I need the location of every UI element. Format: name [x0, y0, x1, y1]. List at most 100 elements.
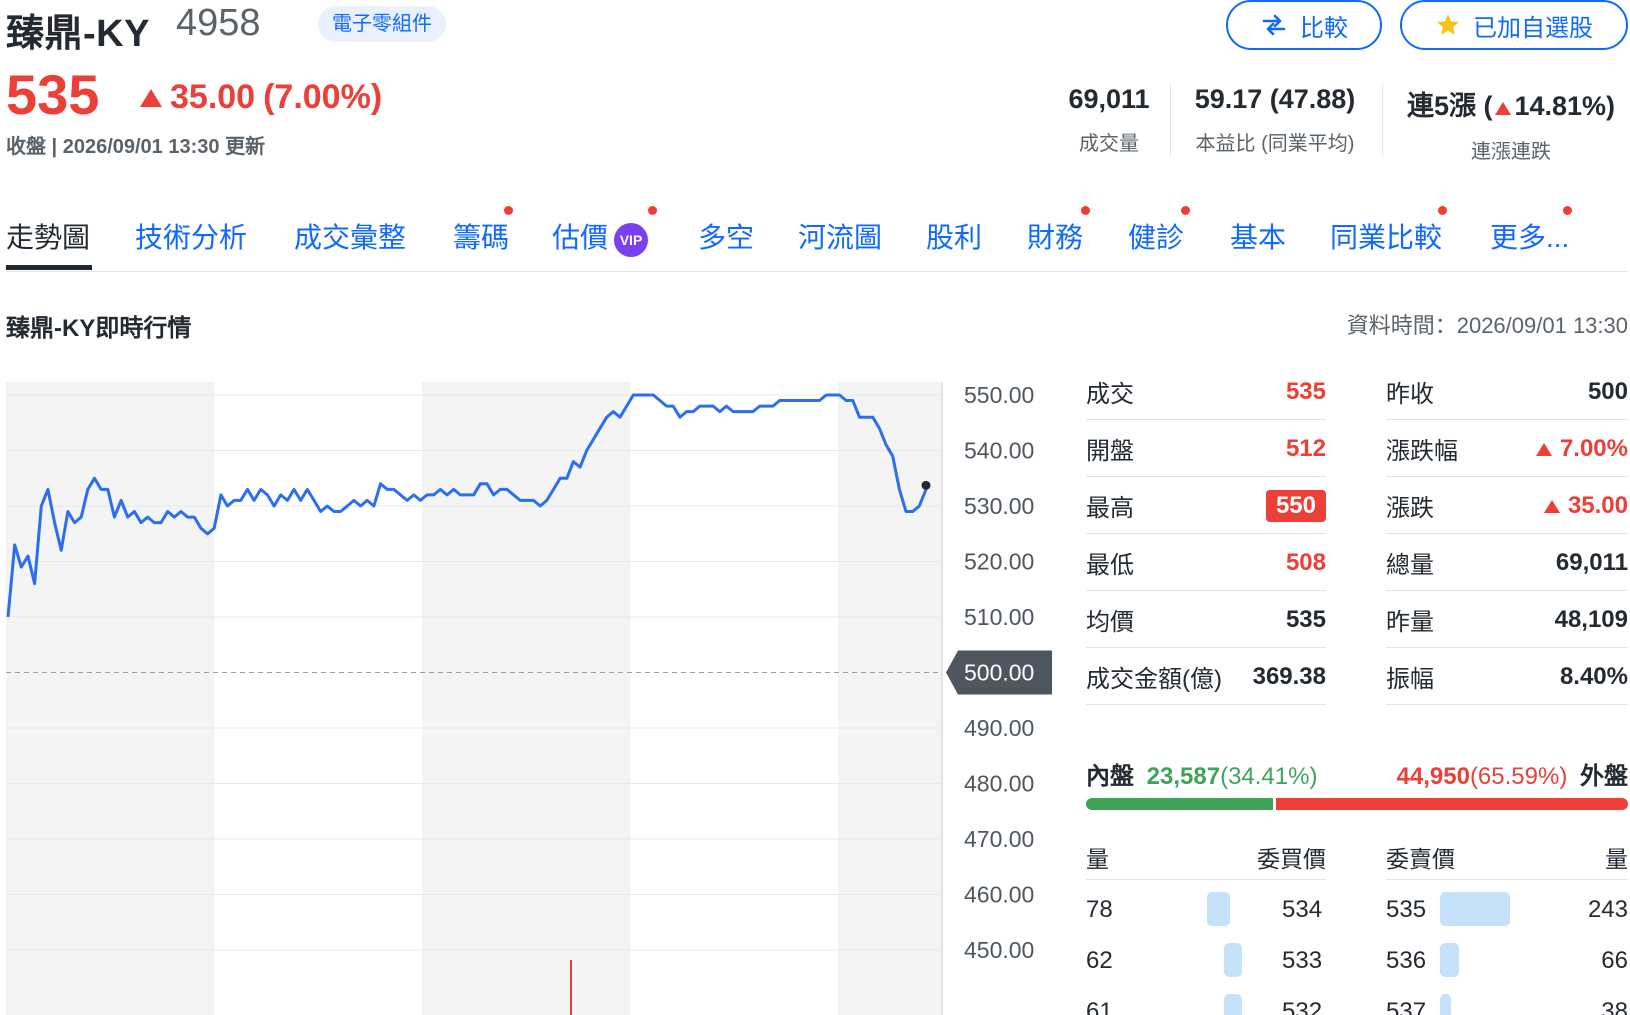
quote-row: 開盤 512 [1086, 421, 1326, 477]
quote-row: 總量 69,011 [1386, 535, 1628, 591]
tab-chips[interactable]: 籌碼 [453, 216, 509, 256]
tab-trend[interactable]: 走勢圖 [6, 216, 90, 256]
streak-label: 連漲連跌 [1471, 141, 1551, 163]
bid-price-header: 委買價 [1257, 845, 1326, 872]
tab-more[interactable]: 更多... [1490, 216, 1569, 256]
quote-label: 漲跌 [1386, 495, 1434, 522]
quote-label: 漲跌幅 [1386, 438, 1458, 465]
bid-volume-bar [1224, 943, 1242, 977]
bid-qty-header: 量 [1086, 845, 1109, 872]
bid-qty: 78 [1086, 896, 1113, 923]
y-tick-label: 470.00 [964, 826, 1034, 852]
stock-code: 4958 [176, 2, 261, 44]
quote-row: 均價 535 [1086, 592, 1326, 648]
price-change: 35.00 (7.00%) [140, 78, 382, 117]
stat-volume: 69,011 成交量 [1056, 84, 1162, 156]
volume-value: 69,011 [1068, 84, 1150, 114]
tab-basic[interactable]: 基本 [1230, 216, 1286, 256]
quote-label: 昨收 [1386, 381, 1434, 408]
bid-volume-bar [1224, 994, 1242, 1015]
tab-valuation[interactable]: 估價 VIP [552, 216, 649, 257]
quote-row: 成交 535 [1086, 364, 1326, 420]
up-arrow-icon [1495, 102, 1512, 115]
active-tab-indicator [6, 265, 92, 270]
y-axis: 550.00 540.00 530.00 520.00 510.00 500.00 490.… [946, 382, 1052, 963]
watchlist-button[interactable]: 已加自選股 [1400, 0, 1628, 50]
section-title: 臻鼎-KY即時行情 [6, 315, 192, 342]
bid-qty: 61 [1086, 998, 1113, 1015]
quote-value: 69,011 [1555, 548, 1628, 576]
quote-row: 漲跌幅 7.00% [1386, 421, 1628, 477]
star-icon [1437, 14, 1459, 35]
quote-label: 總量 [1386, 552, 1434, 579]
inner-pct: (34.41%) [1220, 763, 1318, 790]
y-tick-label: 490.00 [964, 715, 1034, 741]
quote-value: 7.00% [1535, 435, 1628, 463]
quote-label: 成交金額(億) [1086, 666, 1222, 693]
quote-value: 48,109 [1554, 605, 1628, 633]
bid-qty: 62 [1086, 947, 1113, 974]
quote-label: 成交 [1086, 381, 1134, 408]
quote-label: 最低 [1086, 552, 1134, 579]
bid-price: 532 [1282, 998, 1323, 1015]
y-tick-label: 540.00 [964, 438, 1034, 464]
outer-value: 44,950 [1396, 763, 1470, 790]
streak-value: 連5漲 (14.81%) [1396, 84, 1626, 123]
tab-notice-dot [504, 206, 513, 215]
up-arrow-icon [140, 88, 162, 107]
inner-outer-bar [1086, 798, 1628, 810]
tab-trades[interactable]: 成交彙整 [294, 216, 406, 256]
tab-health[interactable]: 健診 [1128, 216, 1184, 256]
volume-label: 成交量 [1079, 133, 1139, 155]
compare-label: 比較 [1300, 14, 1348, 42]
ask-volume-bar [1440, 892, 1510, 926]
last-price-dot [921, 480, 931, 490]
ask-qty: 243 [1587, 896, 1628, 923]
stock-name: 臻鼎-KY [6, 13, 150, 55]
outer-bar [1276, 798, 1628, 810]
tab-peer-compare[interactable]: 同業比較 [1330, 216, 1442, 256]
stat-pe: 59.17 (47.88) 本益比 (同業平均) [1180, 84, 1370, 156]
quote-value: 8.40% [1559, 662, 1628, 690]
bid-price: 533 [1282, 947, 1323, 974]
bid-header: 量 委買價 [1086, 834, 1326, 880]
quote-label: 最高 [1086, 495, 1134, 522]
ask-price-header: 委賣價 [1386, 845, 1455, 872]
industry-tag[interactable]: 電子零組件 [318, 6, 446, 42]
data-time: 資料時間：2026/09/01 13:30 [1346, 313, 1628, 338]
quote-label: 開盤 [1086, 438, 1134, 465]
tab-financial[interactable]: 財務 [1027, 216, 1083, 256]
ask-price: 535 [1386, 896, 1427, 923]
change-pct: (7.00%) [263, 78, 383, 116]
streak-prefix: 連5漲 ( [1406, 91, 1493, 121]
inner-label: 內盤 [1086, 763, 1134, 790]
stat-divider [1170, 84, 1171, 156]
change-value: 35.00 [170, 78, 256, 116]
tab-long-short[interactable]: 多空 [698, 216, 754, 256]
bid-price: 534 [1282, 896, 1323, 923]
y-tick-label: 480.00 [964, 771, 1034, 797]
quote-value: 535 [1285, 377, 1326, 405]
tab-river[interactable]: 河流圖 [798, 216, 882, 256]
up-arrow-icon [1543, 499, 1560, 513]
quote-label: 均價 [1086, 609, 1134, 636]
quote-row: 昨量 48,109 [1386, 592, 1628, 648]
quote-value: 35.00 [1543, 492, 1628, 520]
compare-button[interactable]: 比較 [1226, 0, 1382, 50]
watchlist-label: 已加自選股 [1473, 14, 1593, 42]
tab-bar: 走勢圖 技術分析 成交彙整 籌碼 估價 VIP 多空 河流圖 股利 財務 健診 基… [6, 206, 1628, 272]
tab-technical[interactable]: 技術分析 [135, 216, 247, 256]
ask-qty: 66 [1601, 947, 1628, 974]
y-tick-label: 520.00 [964, 549, 1034, 575]
order-book: 78 534 535 243 62 533 536 66 61 532 537 38 [0, 884, 1630, 1015]
quote-row: 最低 508 [1086, 535, 1326, 591]
quote-value: 535 [1285, 605, 1326, 633]
tab-valuation-label: 估價 [552, 222, 609, 253]
ask-price: 536 [1386, 947, 1427, 974]
quote-label: 振幅 [1386, 666, 1434, 693]
quote-value: 369.38 [1252, 662, 1326, 690]
vip-badge: VIP [614, 222, 649, 257]
quote-label: 昨量 [1386, 609, 1434, 636]
quote-value: 550 [1265, 489, 1326, 522]
tab-dividend[interactable]: 股利 [926, 216, 982, 256]
